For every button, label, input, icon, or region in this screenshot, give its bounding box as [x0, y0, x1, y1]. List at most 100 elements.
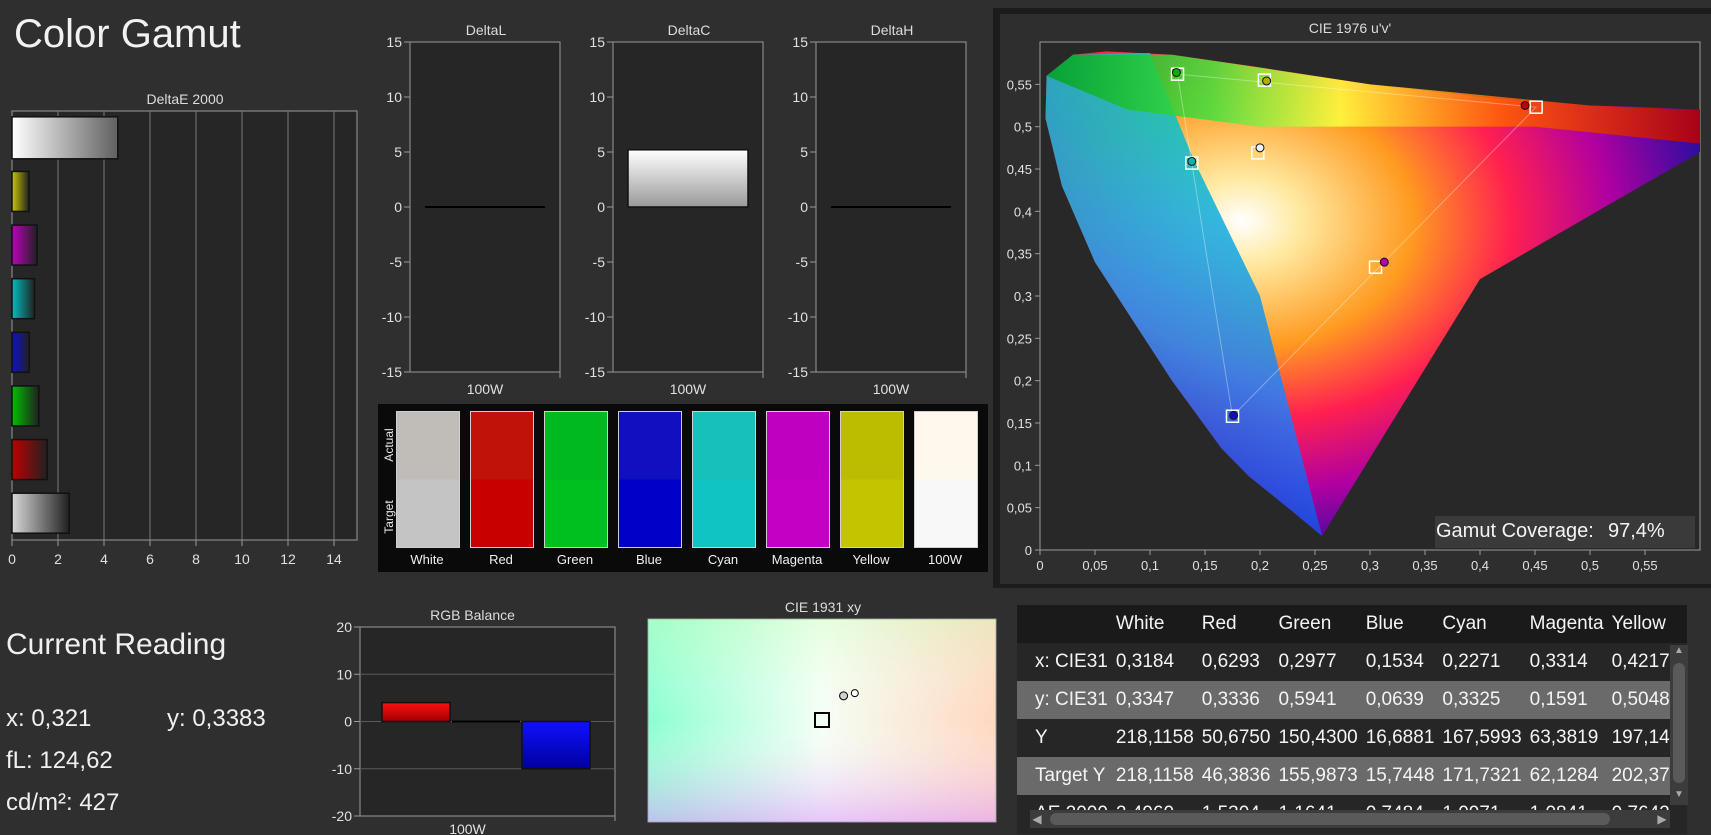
cie1976-x-tick-label: 0,35	[1412, 558, 1437, 573]
scroll-thumb-vertical[interactable]	[1673, 663, 1685, 783]
delta-tick-label: -10	[382, 309, 402, 325]
table-cell: 50,6750	[1193, 719, 1271, 757]
table-header-cell: Cyan	[1434, 605, 1522, 643]
cie1976-y-tick-label: 0	[1025, 543, 1032, 558]
deltac-chart: 15 10 5 0 -5 -10 -15 100W	[585, 36, 764, 396]
swatch-white	[396, 411, 460, 548]
cie1976-y-tick-label: 0,1	[1014, 458, 1032, 473]
cie1976-uv-chart: 0 0,05 0,1 0,15 0,2 0,25 0,3 0,35 0,4 0,45 0,5 0,55…	[1007, 41, 1701, 573]
delta-category-label: 100W	[467, 381, 504, 396]
gamut-coverage-label: Gamut Coverage:	[1436, 520, 1594, 542]
swatch-label: Green	[556, 552, 594, 567]
cie1976-x-tick-label: 0,5	[1581, 558, 1599, 573]
scroll-right-arrow[interactable]: ▶	[1655, 810, 1669, 828]
scroll-thumb-horizontal[interactable]	[1050, 813, 1610, 825]
delta-tick-label: 15	[386, 36, 402, 50]
table-cell: 150,4300	[1270, 719, 1358, 757]
deltae-bar-green	[11, 385, 40, 427]
measured-point-blue	[1229, 410, 1239, 420]
delta-tick-label: 10	[792, 89, 808, 105]
cie1976-x-tick-label: 0,05	[1082, 558, 1107, 573]
reading-fl: fL: 124,62	[6, 747, 113, 774]
cie1976-x-tick-label: 0,3	[1361, 558, 1379, 573]
table-cell: 155,9873	[1270, 757, 1358, 795]
table-row-label: Y	[1017, 719, 1108, 757]
deltae-bar-white	[11, 492, 71, 534]
delta-tick-label: 0	[597, 199, 605, 215]
cie1976-x-tick-label: 0,15	[1192, 558, 1217, 573]
delta-tick-label: 10	[589, 89, 605, 105]
deltae-bar-yellow	[11, 170, 30, 213]
rgb-tick-label: -20	[332, 808, 352, 824]
table-row-label: x: CIE31	[1017, 643, 1108, 681]
scroll-up-arrow[interactable]: ▲	[1670, 645, 1688, 659]
deltae-bar-magenta	[11, 224, 38, 266]
rgb-tick-label: 0	[344, 714, 352, 730]
delta-tick-label: -5	[390, 254, 403, 270]
deltae-tick-label: 2	[54, 551, 62, 567]
table-row: Target Y 218,1158 46,3836 155,9873 15,7448 17…	[1017, 757, 1687, 795]
cie1931-white-point	[850, 689, 859, 698]
table-cell: 0,1534	[1357, 643, 1435, 681]
cie1976-x-tick-label: 0,45	[1522, 558, 1547, 573]
delta-tick-label: -10	[585, 309, 605, 325]
table-header-cell: Blue	[1357, 605, 1435, 643]
deltae-tick-label: 8	[192, 551, 200, 567]
cie1976-y-tick-label: 0,3	[1014, 289, 1032, 304]
measurement-table: WhiteRedGreenBlueCyanMagentaYellow10x: C…	[1017, 605, 1687, 833]
delta-tick-label: -15	[382, 364, 402, 380]
current-reading-title: Current Reading	[6, 628, 227, 661]
cie1976-x-tick-label: 0,25	[1302, 558, 1327, 573]
swatch-green	[544, 411, 608, 548]
swatch-label: Magenta	[771, 552, 823, 567]
vertical-scrollbar[interactable]: ▲ ▼	[1670, 645, 1688, 805]
page-title: Color Gamut	[14, 12, 241, 56]
deltae-tick-label: 4	[100, 551, 108, 567]
table-cell: 0,6293	[1193, 643, 1271, 681]
table-header-cell: Yellow	[1603, 605, 1687, 643]
cie1931-xy-chart	[647, 618, 997, 823]
delta-tick-label: -15	[788, 364, 808, 380]
cie1976-title: CIE 1976 u'v'	[1308, 20, 1392, 36]
deltae-tick-label: 0	[8, 551, 16, 567]
delta-tick-label: 10	[386, 89, 402, 105]
delta-category-label: 100W	[670, 381, 707, 396]
table-cell: 167,5993	[1434, 719, 1522, 757]
rgb-tick-label: -10	[332, 761, 352, 777]
cie1931-measured-point	[839, 691, 849, 701]
table-cell: 0,5941	[1270, 681, 1358, 719]
deltal-chart: 15 10 5 0 -5 -10 -15 100W	[382, 36, 561, 396]
delta-category-label: 100W	[873, 381, 910, 396]
deltae-bar-red	[11, 438, 48, 481]
table-header-cell	[1017, 605, 1108, 643]
table-cell: 16,6881	[1357, 719, 1435, 757]
table-row: x: CIE31 0,3184 0,6293 0,2977 0,1534 0,2271 0,…	[1017, 643, 1687, 681]
deltae-tick-label: 10	[234, 551, 250, 567]
swatch-cyan	[692, 411, 756, 548]
scroll-left-arrow[interactable]: ◀	[1030, 810, 1044, 828]
measured-point-green	[1171, 67, 1181, 77]
gamut-coverage-value: 97,4%	[1608, 520, 1665, 542]
cie1976-x-tick-label: 0	[1036, 558, 1043, 573]
delta-tick-label: -15	[585, 364, 605, 380]
table-row-label: Target Y	[1017, 757, 1108, 795]
measured-point-cyan	[1187, 156, 1197, 166]
horizontal-scrollbar[interactable]: ◀ ▶	[1030, 810, 1670, 828]
table-cell: 0,2271	[1434, 643, 1522, 681]
table-header-cell: Green	[1270, 605, 1358, 643]
cie1976-x-tick-label: 0,55	[1632, 558, 1657, 573]
deltae-2000-chart: 0 2 4 6 8 10 12 14	[8, 110, 358, 567]
delta-tick-label: 15	[792, 36, 808, 50]
delta-tick-label: -10	[788, 309, 808, 325]
delta-bar-100w	[627, 149, 749, 208]
cie1976-y-tick-label: 0,25	[1007, 331, 1032, 346]
scroll-down-arrow[interactable]: ▼	[1670, 789, 1688, 803]
cie1976-y-tick-label: 0,35	[1007, 247, 1032, 262]
table-cell: 0,1591	[1521, 681, 1604, 719]
delta-tick-label: -5	[796, 254, 809, 270]
deltae-bar-100w	[11, 116, 119, 160]
table-cell: 0,3314	[1521, 643, 1604, 681]
swatch-yellow	[840, 411, 904, 548]
cie1931-overlay	[648, 619, 996, 822]
target-label: Target	[382, 500, 396, 534]
